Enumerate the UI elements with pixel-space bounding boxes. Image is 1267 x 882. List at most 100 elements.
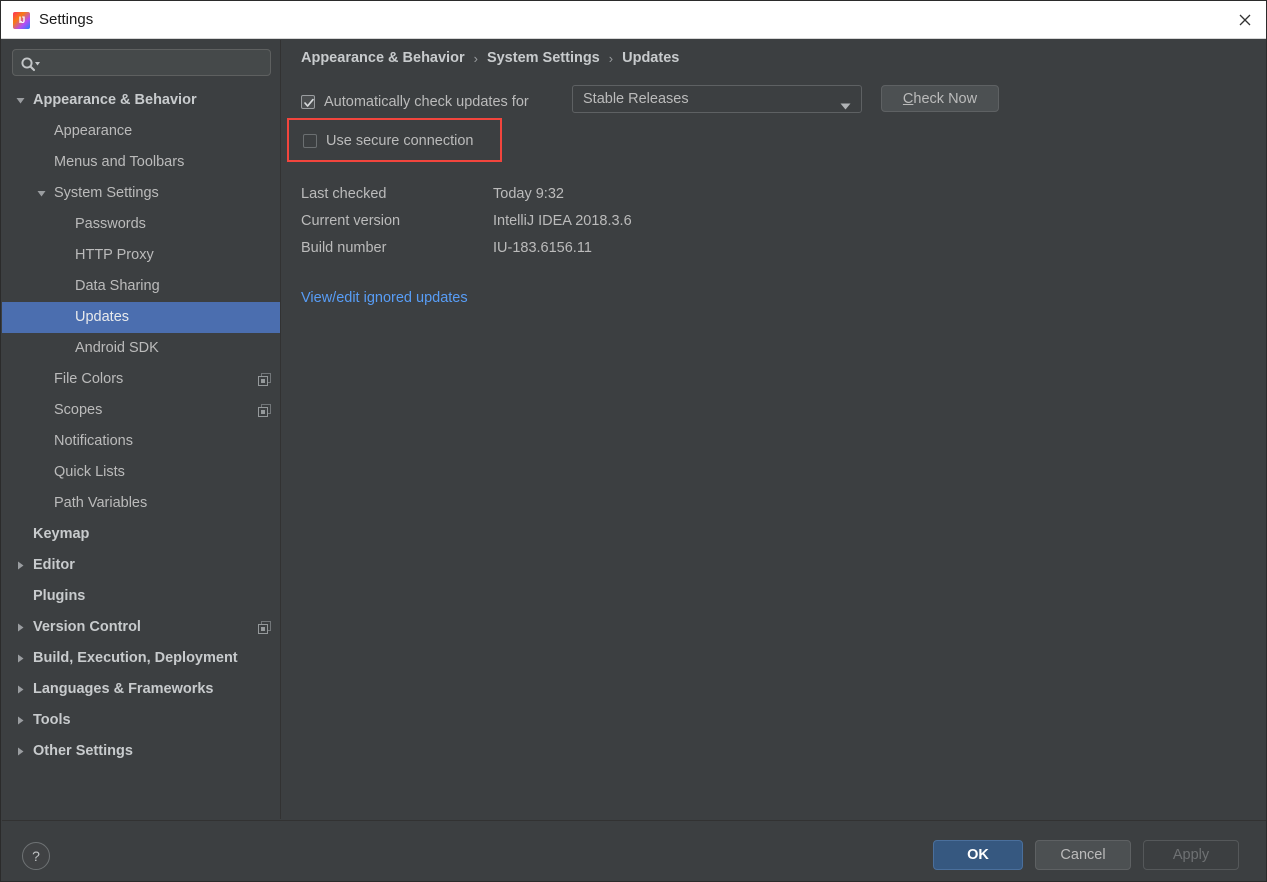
sidebar-item-notifications[interactable]: Notifications [2,426,280,457]
settings-tree: Appearance & Behavior Appearance Menus and… [2,85,280,767]
sidebar-item-build-execution-deployment[interactable]: Build, Execution, Deployment [2,643,280,674]
project-scope-icon [258,373,271,386]
sidebar-item-path-variables[interactable]: Path Variables [2,488,280,519]
search-icon[interactable] [20,55,42,72]
chevron-right-icon[interactable] [12,550,28,581]
breadcrumb-separator: › [608,50,614,66]
chevron-right-icon[interactable] [12,643,28,674]
chevron-down-icon[interactable] [12,85,28,116]
secure-connection-row[interactable]: Use secure connection [303,133,474,149]
sidebar-item-passwords[interactable]: Passwords [2,209,280,240]
settings-sidebar: Appearance & Behavior Appearance Menus and… [2,40,281,819]
sidebar-item-label: Plugins [33,588,86,604]
update-info-table: Last checked Today 9:32 Current version Int… [301,180,632,261]
sidebar-item-appearance-behavior[interactable]: Appearance & Behavior [2,85,280,116]
secure-connection-label: Use secure connection [326,133,474,149]
updates-panel: Appearance & Behavior › System Settings › Up… [282,40,1266,819]
secure-connection-checkbox[interactable] [303,134,317,148]
sidebar-item-label: Updates [75,309,130,325]
update-channel-select[interactable]: Stable Releases [572,85,862,113]
ok-button[interactable]: OK [933,840,1023,870]
sidebar-item-android-sdk[interactable]: Android SDK [2,333,280,364]
info-row: Current version IntelliJ IDEA 2018.3.6 [301,207,632,234]
chevron-right-icon[interactable] [12,736,28,767]
search-box [12,49,271,77]
sidebar-item-updates[interactable]: Updates [2,302,280,333]
auto-check-label: Automatically check updates for [324,93,529,110]
settings-dialog: IJ Settings Appearance & Behavior Appear… [0,0,1267,882]
sidebar-item-data-sharing[interactable]: Data Sharing [2,271,280,302]
check-now-button[interactable]: Check Now [881,85,999,112]
sidebar-item-label: System Settings [54,185,159,201]
close-icon[interactable] [1222,1,1266,39]
sidebar-item-file-colors[interactable]: File Colors [2,364,280,395]
check-now-label-rest: heck Now [913,90,978,107]
breadcrumb-part: System Settings [486,50,600,66]
secure-connection-highlight: Use secure connection [287,118,502,162]
info-value: Today 9:32 [493,185,564,202]
sidebar-item-label: Keymap [33,526,90,542]
search-field[interactable] [12,49,271,77]
sidebar-item-plugins[interactable]: Plugins [2,581,280,612]
check-now-mnemonic: C [902,90,914,107]
sidebar-item-http-proxy[interactable]: HTTP Proxy [2,240,280,271]
sidebar-item-other-settings[interactable]: Other Settings [2,736,280,767]
project-scope-icon [258,404,271,417]
sidebar-item-version-control[interactable]: Version Control [2,612,280,643]
view-edit-ignored-updates-link[interactable]: View/edit ignored updates [301,290,468,306]
sidebar-item-label: Tools [33,712,71,728]
auto-check-checkbox[interactable] [301,94,315,109]
sidebar-item-label: Menus and Toolbars [54,154,185,170]
search-input[interactable] [45,50,264,77]
chevron-right-icon[interactable] [12,612,28,643]
sidebar-item-label: Languages & Frameworks [33,681,214,697]
sidebar-item-keymap[interactable]: Keymap [2,519,280,550]
dialog-footer: ? OK Cancel Apply [2,820,1266,881]
sidebar-item-label: Android SDK [75,340,159,356]
sidebar-item-label: Appearance & Behavior [33,92,197,108]
sidebar-item-menus-and-toolbars[interactable]: Menus and Toolbars [2,147,280,178]
update-channel-value: Stable Releases [583,91,689,107]
cancel-button[interactable]: Cancel [1035,840,1131,870]
sidebar-item-quick-lists[interactable]: Quick Lists [2,457,280,488]
auto-check-row[interactable]: Automatically check updates for [301,88,529,115]
chevron-down-icon[interactable] [33,178,49,209]
sidebar-item-languages-frameworks[interactable]: Languages & Frameworks [2,674,280,705]
sidebar-item-label: Version Control [33,619,141,635]
breadcrumb-part: Appearance & Behavior [301,50,465,66]
chevron-right-icon[interactable] [12,674,28,705]
sidebar-item-label: Notifications [54,433,133,449]
breadcrumb-separator: › [473,50,478,66]
apply-button[interactable]: Apply [1143,840,1239,870]
info-key: Last checked [301,185,387,202]
sidebar-item-editor[interactable]: Editor [2,550,280,581]
sidebar-item-label: Editor [33,557,75,573]
title-bar: IJ Settings [1,1,1266,39]
intellij-idea-logo-icon: IJ [13,11,30,29]
help-button[interactable]: ? [22,842,50,870]
sidebar-item-scopes[interactable]: Scopes [2,395,280,426]
chevron-right-icon[interactable] [12,705,28,736]
sidebar-item-label: Other Settings [33,743,133,759]
sidebar-item-label: Passwords [75,216,146,232]
sidebar-item-label: Path Variables [54,495,148,511]
chevron-down-icon[interactable] [840,97,851,115]
sidebar-item-appearance[interactable]: Appearance [2,116,280,147]
sidebar-item-system-settings[interactable]: System Settings [2,178,280,209]
title-bar-left: IJ Settings [13,1,93,39]
info-key: Current version [301,212,401,229]
breadcrumb-part: Updates [622,50,680,66]
sidebar-item-label: Build, Execution, Deployment [33,650,238,666]
sidebar-item-label: Quick Lists [54,464,125,480]
sidebar-item-label: HTTP Proxy [75,247,154,263]
info-value: IU-183.6156.11 [493,239,592,256]
sidebar-item-tools[interactable]: Tools [2,705,280,736]
